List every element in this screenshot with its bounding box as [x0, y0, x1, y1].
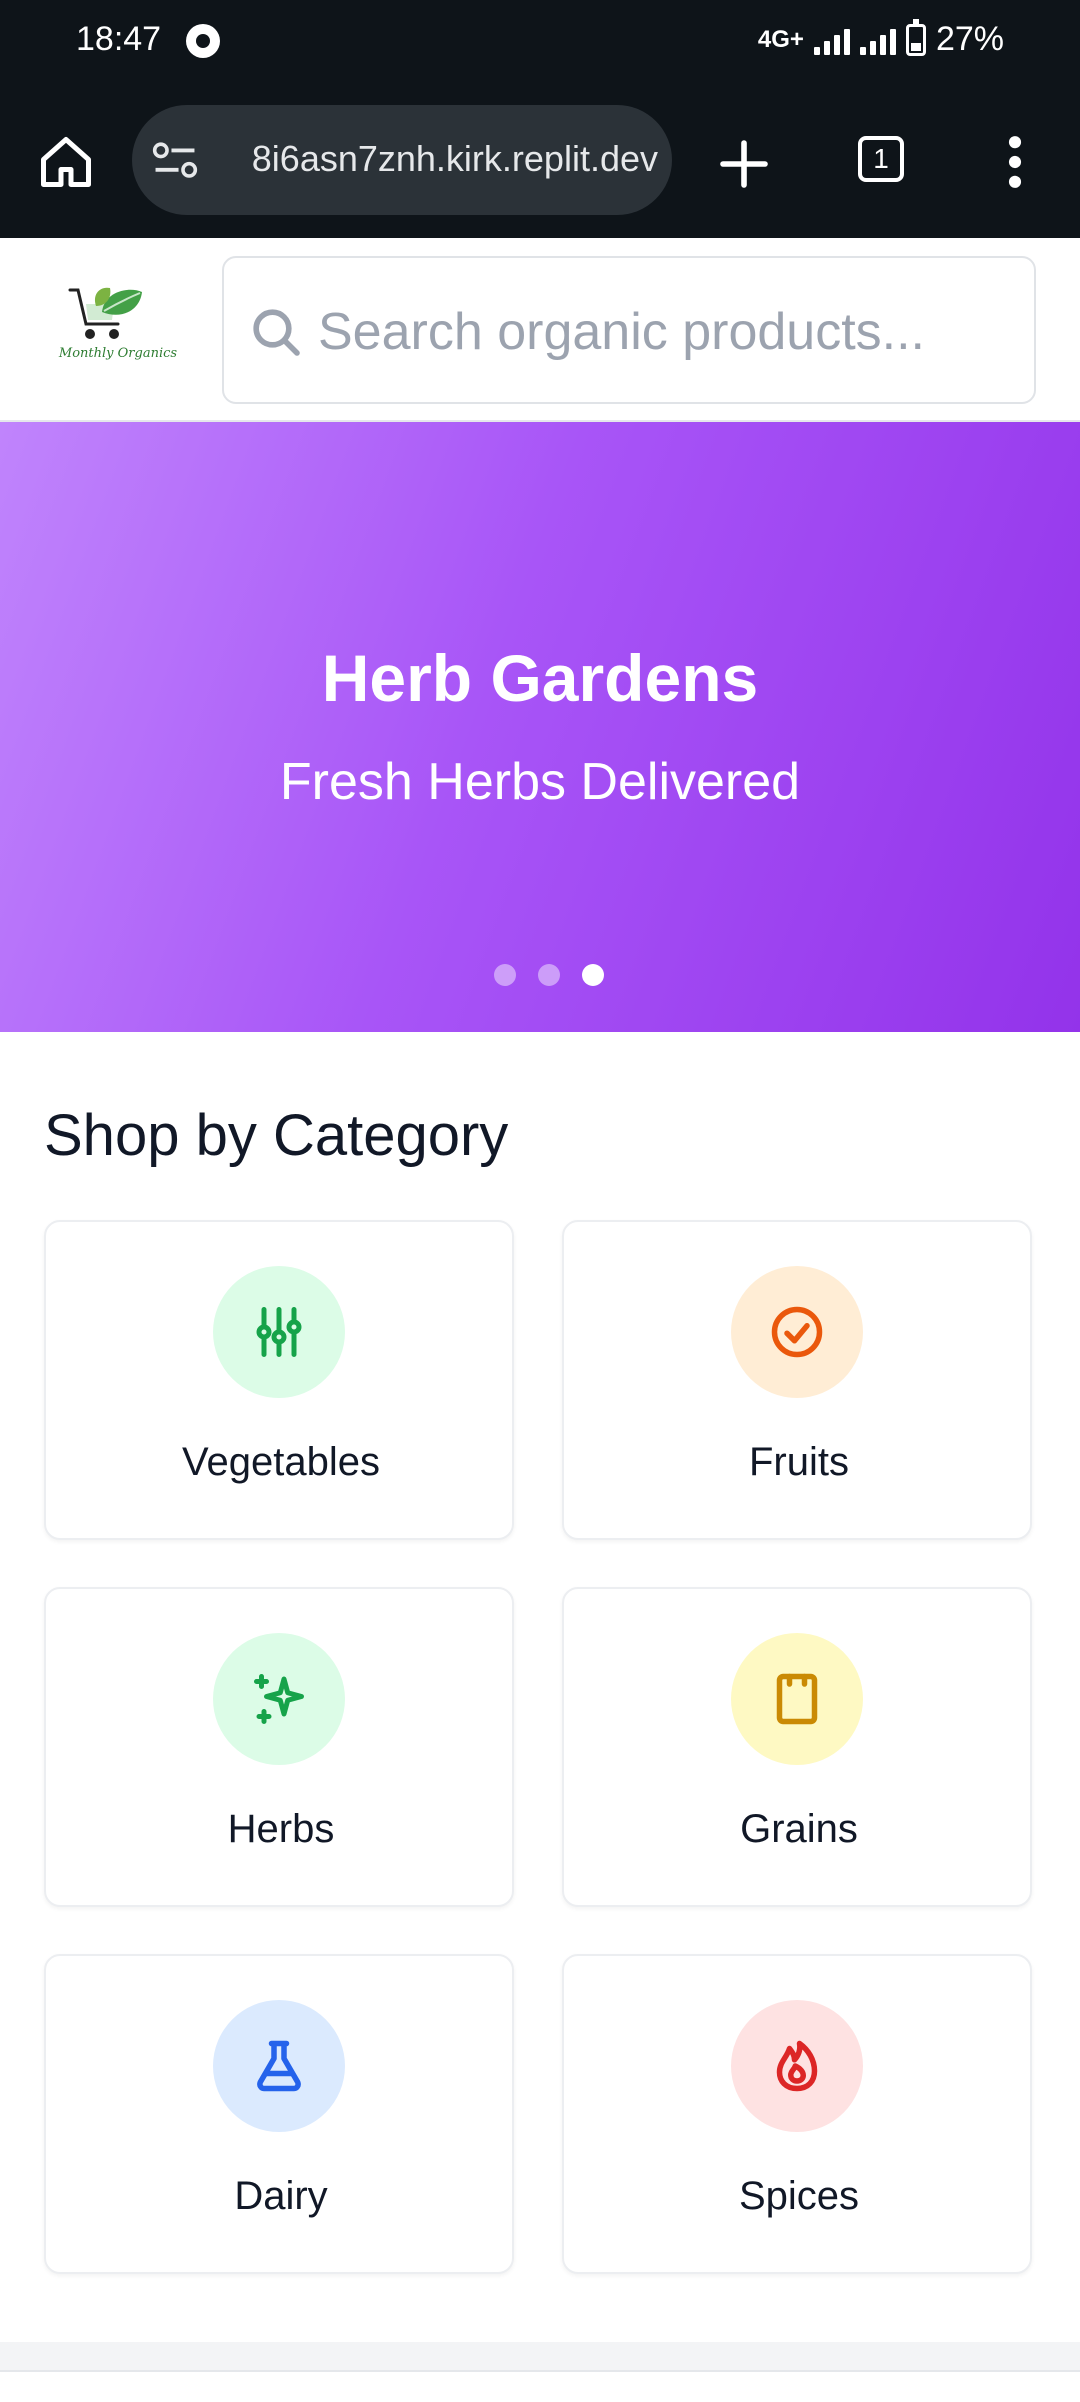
hero-subtitle: Fresh Herbs Delivered	[279, 753, 801, 811]
status-bar: 18:47 4G+ 27%	[0, 0, 1080, 84]
category-label: Fruits	[749, 1440, 849, 1484]
signal-icon	[813, 25, 850, 55]
notepad-icon	[776, 1673, 818, 1725]
logo-text: Monthly Organics	[58, 346, 178, 361]
cart-leaf-logo-icon	[68, 287, 142, 339]
network-type: 4G+	[757, 25, 804, 53]
url-text[interactable]: 8i6asn7znh.kirk.replit.dev	[218, 138, 658, 180]
signal-icon-2	[859, 25, 896, 55]
category-label: Grains	[740, 1807, 858, 1851]
flask-icon	[257, 2040, 301, 2092]
home-icon[interactable]	[36, 132, 96, 192]
category-icon-circle	[213, 1266, 345, 1398]
search-input[interactable]	[316, 298, 1010, 366]
site-settings-icon[interactable]	[152, 141, 198, 181]
site-header: Monthly Organics	[0, 238, 1080, 422]
category-card-vegetables[interactable]: Vegetables	[44, 1220, 514, 1540]
category-icon-circle	[731, 1633, 863, 1765]
status-indicators: 4G+ 27%	[757, 18, 1004, 59]
category-card-grains[interactable]: Grains	[562, 1587, 1032, 1907]
category-card-herbs[interactable]: Herbs	[44, 1587, 514, 1907]
category-icon-circle	[731, 1266, 863, 1398]
hero-title: Herb Gardens	[321, 641, 759, 715]
category-icon-circle	[213, 2000, 345, 2132]
more-menu-icon[interactable]	[1000, 134, 1030, 190]
carousel-dots	[494, 964, 604, 986]
new-tab-icon[interactable]	[716, 136, 772, 192]
category-card-spices[interactable]: Spices	[562, 1954, 1032, 2274]
address-bar[interactable]: 8i6asn7znh.kirk.replit.dev	[132, 105, 672, 215]
tab-switcher-button[interactable]: 1	[858, 136, 904, 182]
category-label: Dairy	[234, 2174, 328, 2218]
browser-toolbar: 8i6asn7znh.kirk.replit.dev 1	[0, 84, 1080, 238]
carousel-dot-3[interactable]	[582, 964, 604, 986]
battery-percent: 27%	[935, 20, 1004, 58]
hero-carousel[interactable]: Herb Gardens Fresh Herbs Delivered	[0, 422, 1080, 1032]
logo[interactable]: Monthly Organics	[56, 282, 180, 378]
category-label: Herbs	[227, 1807, 335, 1851]
bottom-navigation[interactable]	[0, 2370, 1080, 2402]
sliders-icon	[256, 1307, 302, 1357]
category-icon-circle	[213, 1633, 345, 1765]
search-box[interactable]	[222, 256, 1036, 404]
category-card-dairy[interactable]: Dairy	[44, 1954, 514, 2274]
sparkles-icon	[254, 1674, 304, 1724]
category-label: Vegetables	[182, 1440, 380, 1484]
category-card-fruits[interactable]: Fruits	[562, 1220, 1032, 1540]
carousel-dot-2[interactable]	[538, 964, 560, 986]
section-title: Shop by Category	[44, 1103, 509, 1168]
status-time: 18:47	[76, 20, 162, 58]
screen-record-icon	[186, 24, 220, 58]
search-icon	[253, 309, 300, 356]
battery-icon	[905, 18, 926, 56]
category-label: Spices	[738, 2174, 860, 2218]
category-icon-circle	[731, 2000, 863, 2132]
check-circle-icon	[771, 1306, 823, 1358]
flame-icon	[776, 2040, 818, 2092]
carousel-dot-1[interactable]	[494, 964, 516, 986]
